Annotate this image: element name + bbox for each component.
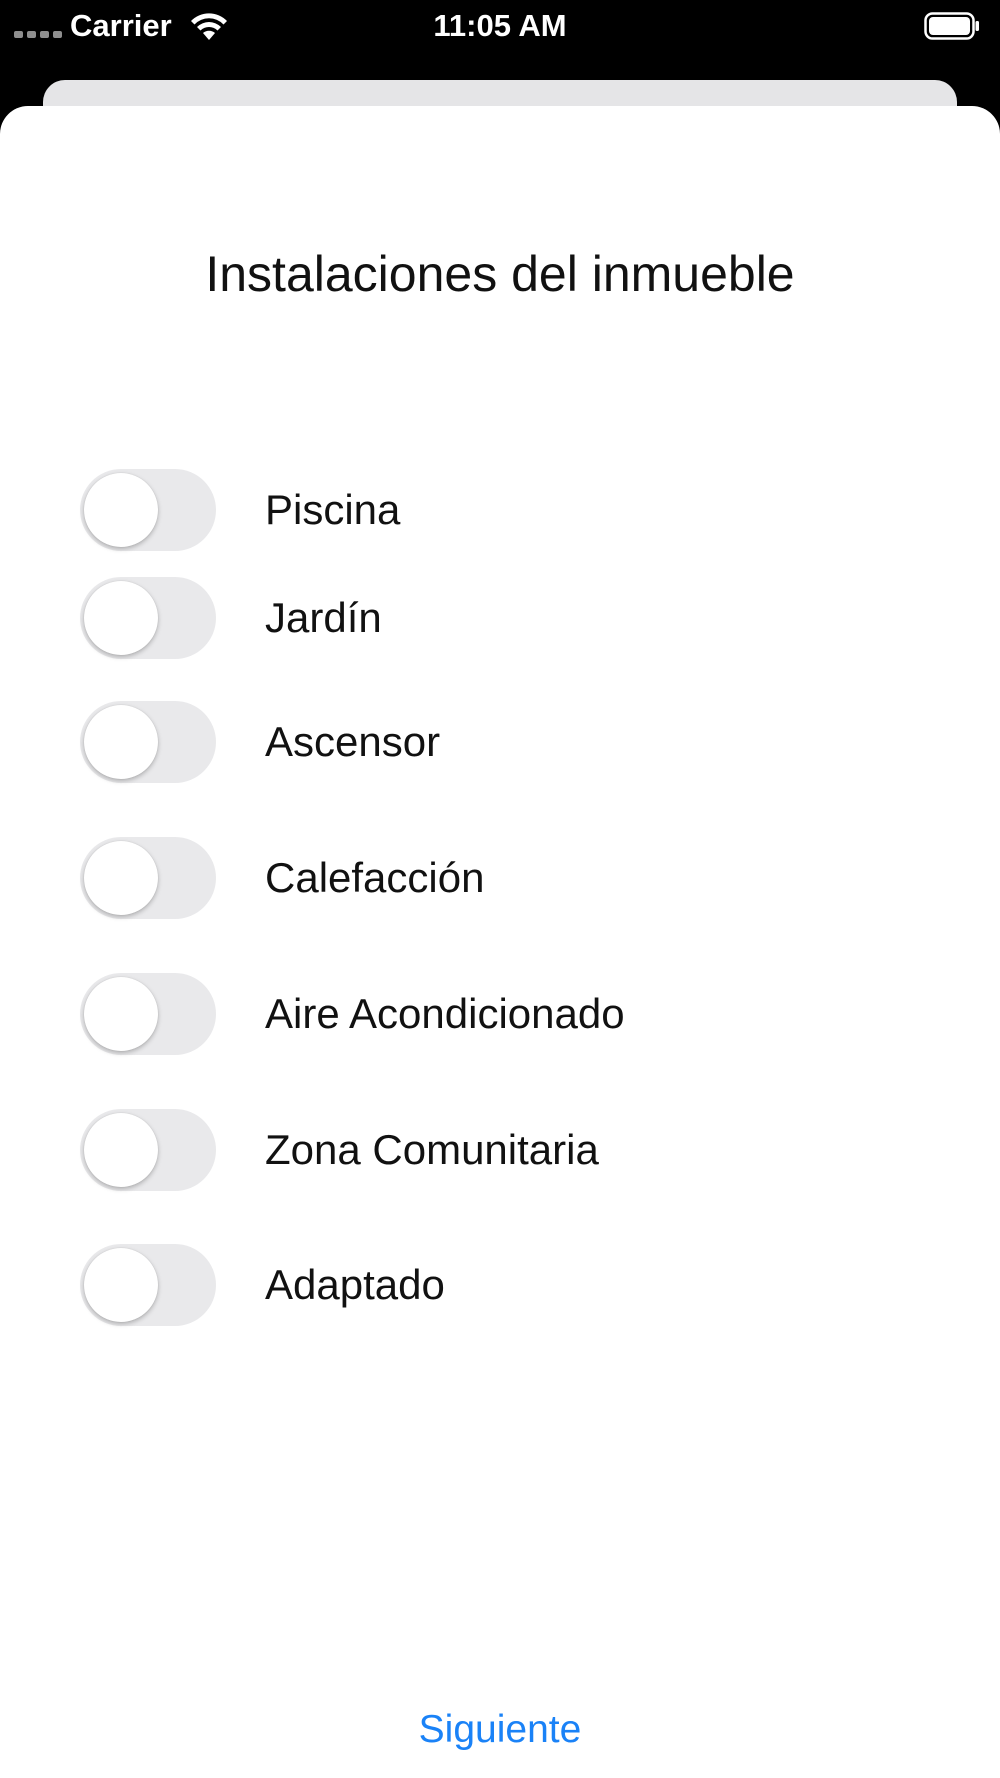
toggle-knob (84, 581, 158, 655)
toggle-row-ascensor: Ascensor (80, 700, 440, 784)
toggle-row-zona-comunitaria: Zona Comunitaria (80, 1108, 599, 1192)
next-button[interactable]: Siguiente (350, 1708, 650, 1752)
status-bar: Carrier 11:05 AM (0, 0, 1000, 56)
toggle-label: Aire Acondicionado (265, 990, 625, 1037)
toggle-label: Piscina (265, 486, 401, 533)
toggle-label: Jardín (265, 594, 382, 641)
toggle-knob (84, 1113, 158, 1187)
calefaccion-toggle[interactable] (80, 837, 216, 919)
toggle-knob (84, 1248, 158, 1322)
modal-sheet: Instalaciones del inmueble Piscina Jardí… (0, 106, 1000, 1778)
piscina-toggle[interactable] (80, 469, 216, 551)
toggle-label: Ascensor (265, 718, 441, 765)
page-title: Instalaciones del inmueble (205, 246, 795, 302)
zona-comunitaria-toggle[interactable] (80, 1109, 216, 1191)
toggle-knob (84, 705, 158, 779)
toggle-label: Zona Comunitaria (265, 1126, 599, 1173)
toggle-knob (84, 977, 158, 1051)
toggle-row-piscina: Piscina (80, 468, 400, 552)
jardin-toggle[interactable] (80, 577, 216, 659)
toggle-label: Adaptado (265, 1261, 445, 1308)
screen: Carrier 11:05 AM Instalaciones del inmue… (0, 0, 1000, 1778)
toggle-row-calefaccion: Calefacción (80, 836, 484, 920)
ascensor-toggle[interactable] (80, 701, 216, 783)
status-time: 11:05 AM (433, 8, 567, 43)
battery-icon (924, 12, 979, 40)
toggle-row-adaptado: Adaptado (80, 1243, 445, 1327)
toggle-row-aire-acondicionado: Aire Acondicionado (80, 972, 625, 1056)
toggle-row-jardin: Jardín (80, 576, 382, 660)
aire-acondicionado-toggle[interactable] (80, 973, 216, 1055)
adaptado-toggle[interactable] (80, 1244, 216, 1326)
toggle-label: Calefacción (265, 854, 485, 901)
toggle-knob (84, 841, 158, 915)
toggle-knob (84, 473, 158, 547)
